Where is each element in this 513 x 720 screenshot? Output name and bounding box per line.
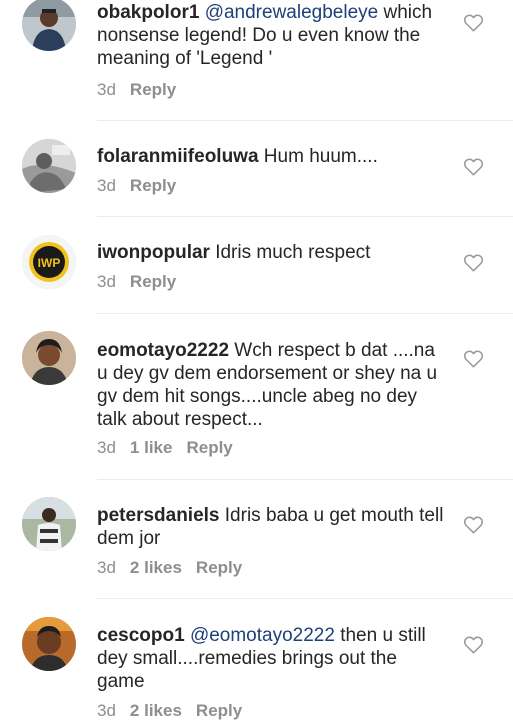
- comment-text: eomotayo2222 Wch respect b dat ....na u …: [97, 339, 447, 431]
- comment-text: petersdaniels Idris baba u get mouth tel…: [97, 504, 447, 550]
- heart-outline-icon[interactable]: [463, 349, 484, 368]
- comment-meta: 3d Reply: [97, 79, 190, 101]
- comment-time: 3d: [97, 176, 116, 195]
- comment-username[interactable]: iwonpopular: [97, 242, 210, 263]
- reply-button[interactable]: Reply: [130, 272, 176, 291]
- comment-mention[interactable]: @andrewalegbeleye: [205, 2, 379, 23]
- reply-button[interactable]: Reply: [196, 558, 242, 577]
- comment-time: 3d: [97, 558, 116, 577]
- comment-mention[interactable]: @eomotayo2222: [190, 625, 335, 646]
- avatar[interactable]: [22, 0, 76, 51]
- reply-button[interactable]: Reply: [196, 701, 242, 720]
- comment-username[interactable]: folaranmiifeoluwa: [97, 146, 259, 167]
- divider: [97, 313, 513, 314]
- reply-button[interactable]: Reply: [130, 80, 176, 99]
- comment-text: iwonpopular Idris much respect: [97, 241, 447, 264]
- heart-outline-icon[interactable]: [463, 635, 484, 654]
- comment-text: folaranmiifeoluwa Hum huum....: [97, 145, 447, 168]
- comment-username[interactable]: obakpolor1: [97, 2, 199, 23]
- divider: [97, 479, 513, 480]
- avatar[interactable]: [22, 617, 76, 671]
- comment-meta: 3d 1 like Reply: [97, 437, 247, 459]
- comment-text: cescopo1 @eomotayo2222 then u still dey …: [97, 624, 447, 693]
- heart-outline-icon[interactable]: [463, 13, 484, 32]
- avatar[interactable]: [22, 497, 76, 551]
- comment-meta: 3d 2 likes Reply: [97, 557, 256, 579]
- comment-message: Hum huum....: [258, 146, 378, 167]
- comment-username[interactable]: cescopo1: [97, 625, 185, 646]
- divider: [97, 598, 513, 599]
- comments-list: obakpolor1 @andrewalegbeleye which nonse…: [0, 0, 513, 720]
- divider: [97, 216, 513, 217]
- likes-count[interactable]: 2 likes: [130, 701, 182, 720]
- avatar[interactable]: [22, 139, 76, 193]
- comment-username[interactable]: eomotayo2222: [97, 340, 229, 361]
- heart-outline-icon[interactable]: [463, 157, 484, 176]
- heart-outline-icon[interactable]: [463, 515, 484, 534]
- comment-time: 3d: [97, 272, 116, 291]
- comment-time: 3d: [97, 438, 116, 457]
- reply-button[interactable]: Reply: [130, 176, 176, 195]
- divider: [97, 120, 513, 121]
- comment-time: 3d: [97, 701, 116, 720]
- comment-text: obakpolor1 @andrewalegbeleye which nonse…: [97, 1, 447, 70]
- comment-time: 3d: [97, 80, 116, 99]
- comment-meta: 3d Reply: [97, 175, 190, 197]
- likes-count[interactable]: 1 like: [130, 438, 173, 457]
- comment-username[interactable]: petersdaniels: [97, 505, 220, 526]
- heart-outline-icon[interactable]: [463, 253, 484, 272]
- comment-message: Idris much respect: [209, 242, 371, 263]
- iwp-logo-text: IWP: [38, 256, 61, 270]
- avatar[interactable]: [22, 331, 76, 385]
- reply-button[interactable]: Reply: [186, 438, 232, 457]
- avatar[interactable]: IWP: [22, 235, 76, 289]
- comment-meta: 3d 2 likes Reply: [97, 700, 256, 720]
- comment-meta: 3d Reply: [97, 271, 190, 293]
- likes-count[interactable]: 2 likes: [130, 558, 182, 577]
